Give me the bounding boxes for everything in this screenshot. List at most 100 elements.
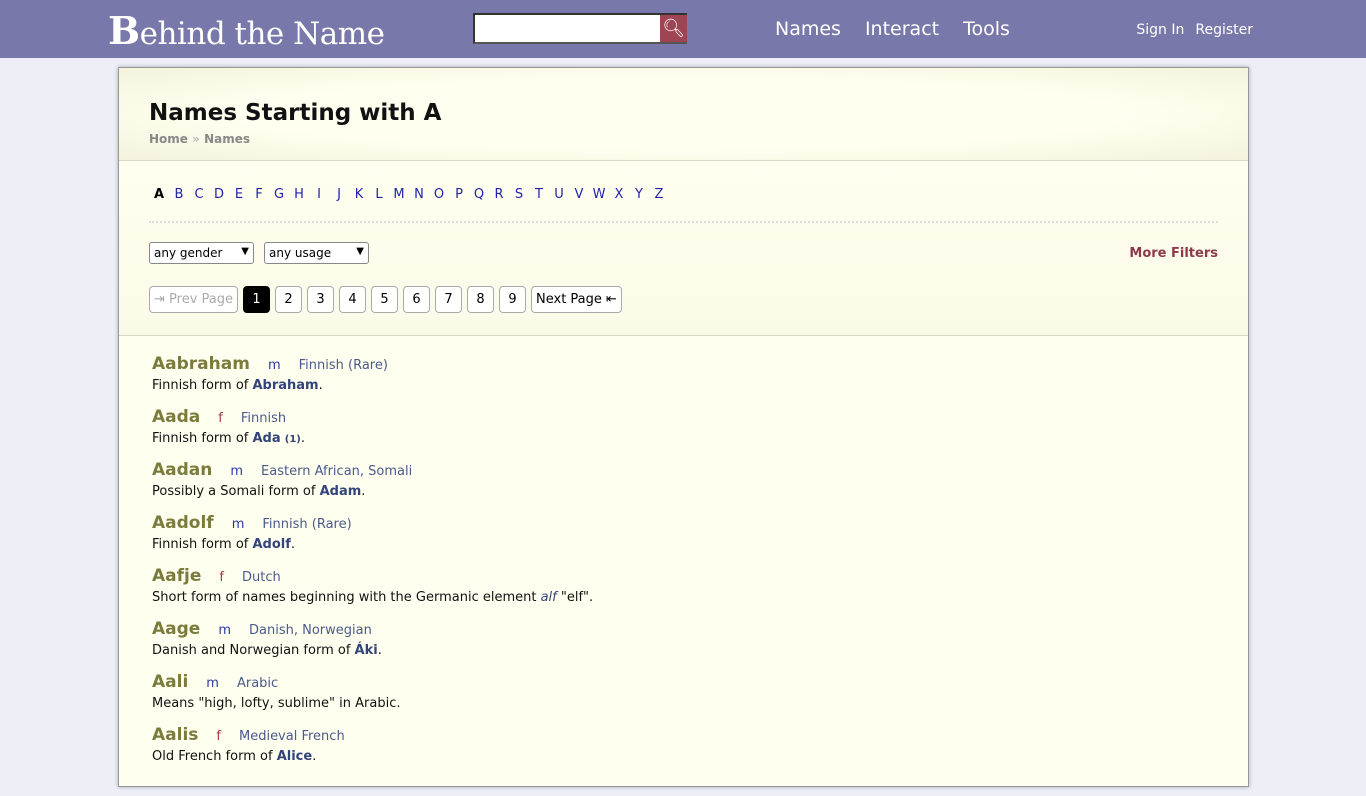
letter-r[interactable]: R [489, 187, 509, 221]
usage-link[interactable]: Finnish (Rare) [262, 517, 351, 532]
letter-t[interactable]: T [529, 187, 549, 221]
site-logo[interactable]: Behind the Name [108, 8, 385, 53]
register-link[interactable]: Register [1195, 22, 1253, 38]
name-list: Aabraham m Finnish (Rare) Finnish form of A… [119, 336, 1248, 796]
entry-description: Finnish form of Abraham. [152, 378, 1215, 393]
page-title: Names Starting with A [149, 100, 442, 126]
breadcrumb-names[interactable]: Names [204, 132, 250, 146]
page-3-button[interactable]: 3 [307, 286, 334, 313]
page-8-button[interactable]: 8 [467, 286, 494, 313]
entry-header: Aada f Finnish [152, 407, 1215, 427]
usage-link[interactable]: Danish, Norwegian [249, 623, 372, 638]
nav-tools[interactable]: Tools [963, 18, 1010, 40]
gender-label: f [219, 570, 224, 585]
gender-label: f [218, 411, 223, 426]
letter-y[interactable]: Y [629, 187, 649, 221]
more-filters-link[interactable]: More Filters [1129, 246, 1218, 261]
letter-i[interactable]: I [309, 187, 329, 221]
page-4-button[interactable]: 4 [339, 286, 366, 313]
usage-link[interactable]: Arabic [237, 676, 278, 691]
content-card: Names Starting with A Home » Names ABCDE… [118, 67, 1249, 787]
letter-v[interactable]: V [569, 187, 589, 221]
page-7-button[interactable]: 7 [435, 286, 462, 313]
list-item: Aabraham m Finnish (Rare) Finnish form of A… [152, 354, 1215, 393]
usage-select[interactable]: any usage [264, 242, 369, 264]
letter-g[interactable]: G [269, 187, 289, 221]
search-input[interactable] [475, 15, 660, 42]
letter-l[interactable]: L [369, 187, 389, 221]
letter-c[interactable]: C [189, 187, 209, 221]
entry-header: Aali m Arabic [152, 672, 1215, 692]
letter-k[interactable]: K [349, 187, 369, 221]
nav-names[interactable]: Names [775, 18, 841, 40]
related-name-link[interactable]: Áki [355, 643, 378, 658]
letter-w[interactable]: W [589, 187, 609, 221]
name-link[interactable]: Aalis [152, 725, 198, 745]
related-name-link[interactable]: Abraham [252, 378, 318, 393]
entry-header: Aadan m Eastern African, Somali [152, 460, 1215, 480]
usage-link[interactable]: Finnish [241, 411, 286, 426]
name-link[interactable]: Aadolf [152, 513, 214, 533]
gender-select[interactable]: any gender [149, 242, 254, 264]
letter-m[interactable]: M [389, 187, 409, 221]
search-icon: 🔍︎ [662, 18, 685, 38]
usage-link[interactable]: Eastern African, Somali [261, 464, 412, 479]
name-link[interactable]: Aage [152, 619, 200, 639]
list-item: Aada f Finnish Finnish form of Ada (1). [152, 407, 1215, 446]
usage-link[interactable]: Dutch [242, 570, 281, 585]
name-link[interactable]: Aada [152, 407, 200, 427]
description-text: Danish and Norwegian form of [152, 643, 355, 658]
related-name-link[interactable]: Ada [252, 431, 280, 446]
entry-description: Short form of names beginning with the G… [152, 590, 1215, 605]
name-link[interactable]: Aabraham [152, 354, 250, 374]
letter-index: ABCDEFGHIJKLMNOPQRSTUVWXYZ [149, 161, 1218, 223]
related-name-link[interactable]: Adolf [252, 537, 290, 552]
letter-o[interactable]: O [429, 187, 449, 221]
description-text: Possibly a Somali form of [152, 484, 320, 499]
letter-x[interactable]: X [609, 187, 629, 221]
usage-link[interactable]: Medieval French [239, 729, 345, 744]
letter-d[interactable]: D [209, 187, 229, 221]
letter-n[interactable]: N [409, 187, 429, 221]
description-text: Means "high, lofty, sublime" in Arabic. [152, 696, 401, 711]
letter-h[interactable]: H [289, 187, 309, 221]
letter-p[interactable]: P [449, 187, 469, 221]
main-nav: Names Interact Tools [775, 18, 1010, 40]
related-name-link[interactable]: Alice [277, 749, 313, 764]
page-2-button[interactable]: 2 [275, 286, 302, 313]
page-5-button[interactable]: 5 [371, 286, 398, 313]
breadcrumb-home[interactable]: Home [149, 132, 188, 146]
usage-link[interactable]: Finnish (Rare) [299, 358, 388, 373]
letter-u[interactable]: U [549, 187, 569, 221]
page-6-button[interactable]: 6 [403, 286, 430, 313]
letter-j[interactable]: J [329, 187, 349, 221]
pagination: ⇥ Prev Page 1 2 3 4 5 6 7 8 9 Next Page ⇤ [149, 286, 1218, 313]
sign-in-link[interactable]: Sign In [1136, 22, 1184, 38]
name-link[interactable]: Aadan [152, 460, 212, 480]
letter-s[interactable]: S [509, 187, 529, 221]
entry-description: Old French form of Alice. [152, 749, 1215, 764]
description-end: . [290, 537, 296, 552]
letter-z[interactable]: Z [649, 187, 669, 221]
letter-q[interactable]: Q [469, 187, 489, 221]
description-end: . [377, 643, 382, 658]
related-name-link[interactable]: Adam [320, 484, 362, 499]
search-button[interactable]: 🔍︎ [660, 15, 687, 42]
next-page-button[interactable]: Next Page ⇤ [531, 286, 622, 313]
page-1-button[interactable]: 1 [243, 286, 270, 313]
gender-label: m [231, 517, 245, 532]
page-9-button[interactable]: 9 [499, 286, 526, 313]
name-link[interactable]: Aafje [152, 566, 201, 586]
letter-a[interactable]: A [149, 187, 169, 221]
element-link[interactable]: alf [541, 590, 557, 605]
name-link[interactable]: Aali [152, 672, 188, 692]
letter-b[interactable]: B [169, 187, 189, 221]
letter-f[interactable]: F [249, 187, 269, 221]
description-text: Finnish form of [152, 431, 253, 446]
list-item: Aadolf m Finnish (Rare) Finnish form of Ado… [152, 513, 1215, 552]
list-item: Aalis f Medieval French Old French form of … [152, 725, 1215, 764]
prev-page-button[interactable]: ⇥ Prev Page [149, 286, 238, 313]
gender-label: m [206, 676, 219, 691]
letter-e[interactable]: E [229, 187, 249, 221]
nav-interact[interactable]: Interact [865, 18, 939, 40]
